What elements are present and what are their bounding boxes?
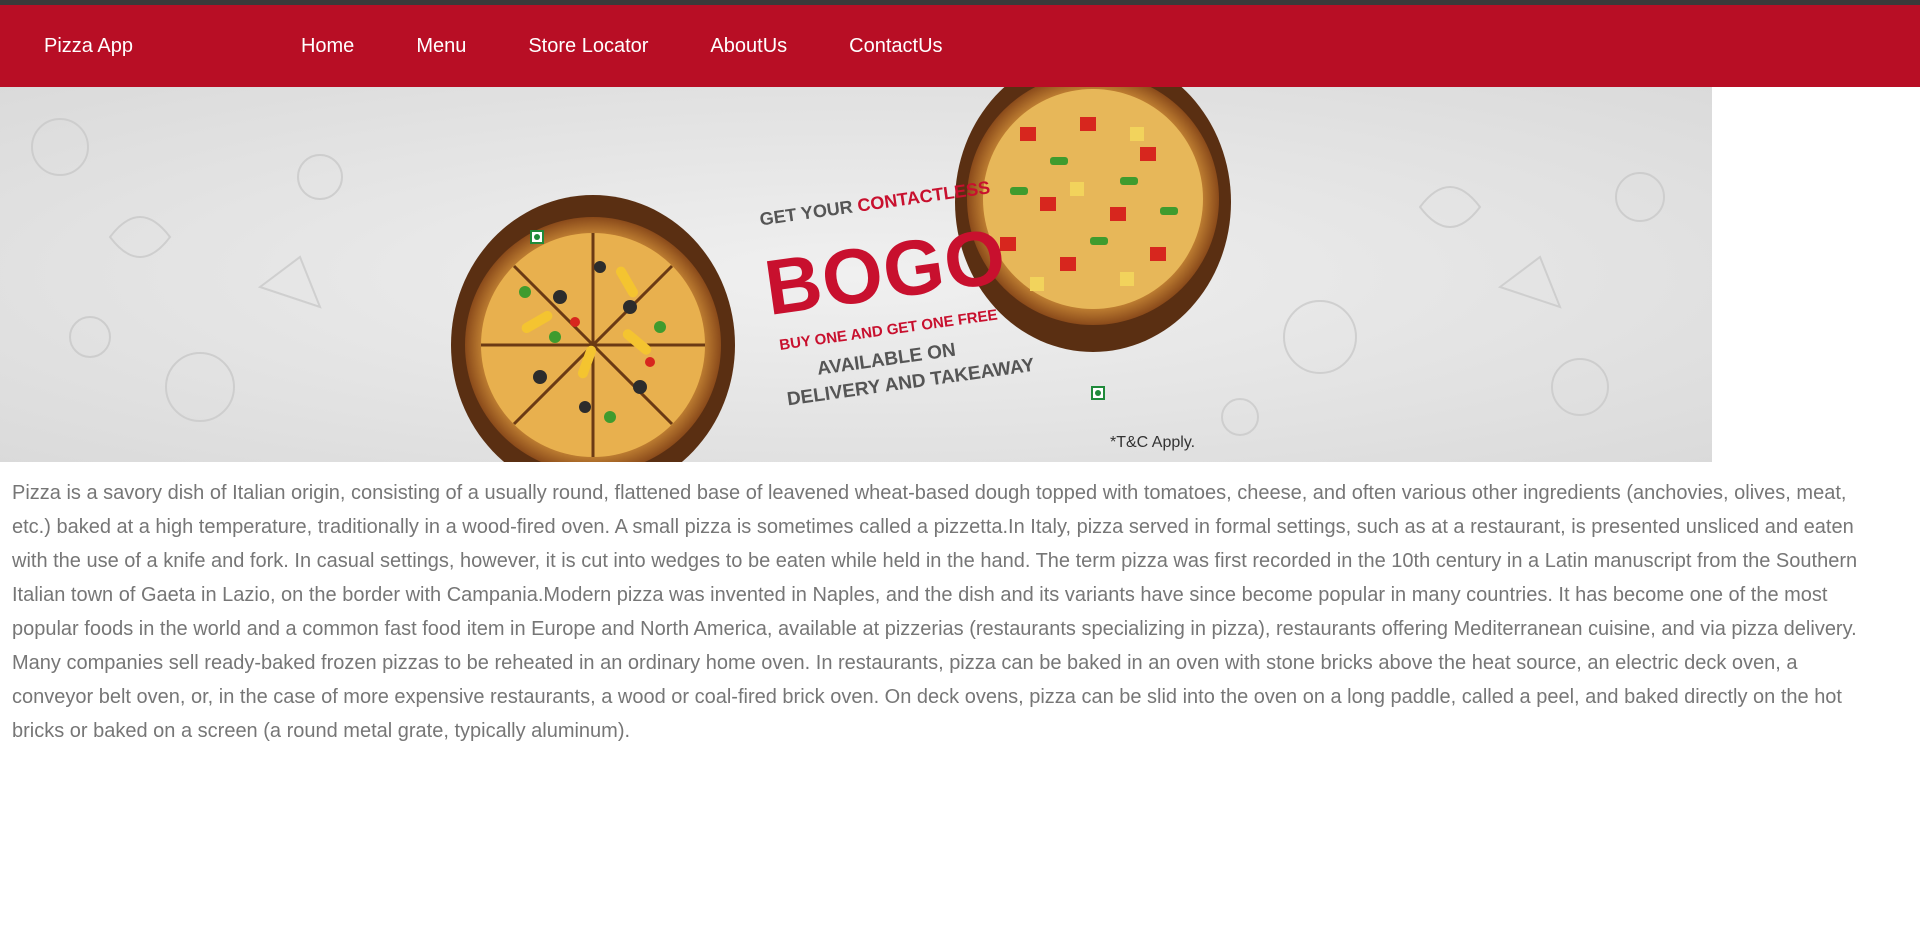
- nav-contact-us[interactable]: ContactUs: [849, 35, 942, 58]
- article-paragraph: Pizza is a savory dish of Italian origin…: [12, 482, 1858, 742]
- brand-link[interactable]: Pizza App: [44, 35, 133, 58]
- nav-menu[interactable]: Menu: [416, 35, 466, 58]
- promo-banner-image: GET YOUR CONTACTLESS BOGO BUY ONE AND GE…: [0, 87, 1712, 462]
- nav-links: Home Menu Store Locator AboutUs ContactU…: [301, 35, 1005, 58]
- nav-about-us[interactable]: AboutUs: [710, 35, 787, 58]
- top-navbar: Pizza App Home Menu Store Locator AboutU…: [0, 5, 1920, 87]
- promo-banner: GET YOUR CONTACTLESS BOGO BUY ONE AND GE…: [0, 87, 1712, 462]
- article-section: Pizza is a savory dish of Italian origin…: [0, 462, 1896, 748]
- terms-note: *T&C Apply.: [1110, 434, 1195, 451]
- nav-store-locator[interactable]: Store Locator: [528, 35, 648, 58]
- nav-home[interactable]: Home: [301, 35, 354, 58]
